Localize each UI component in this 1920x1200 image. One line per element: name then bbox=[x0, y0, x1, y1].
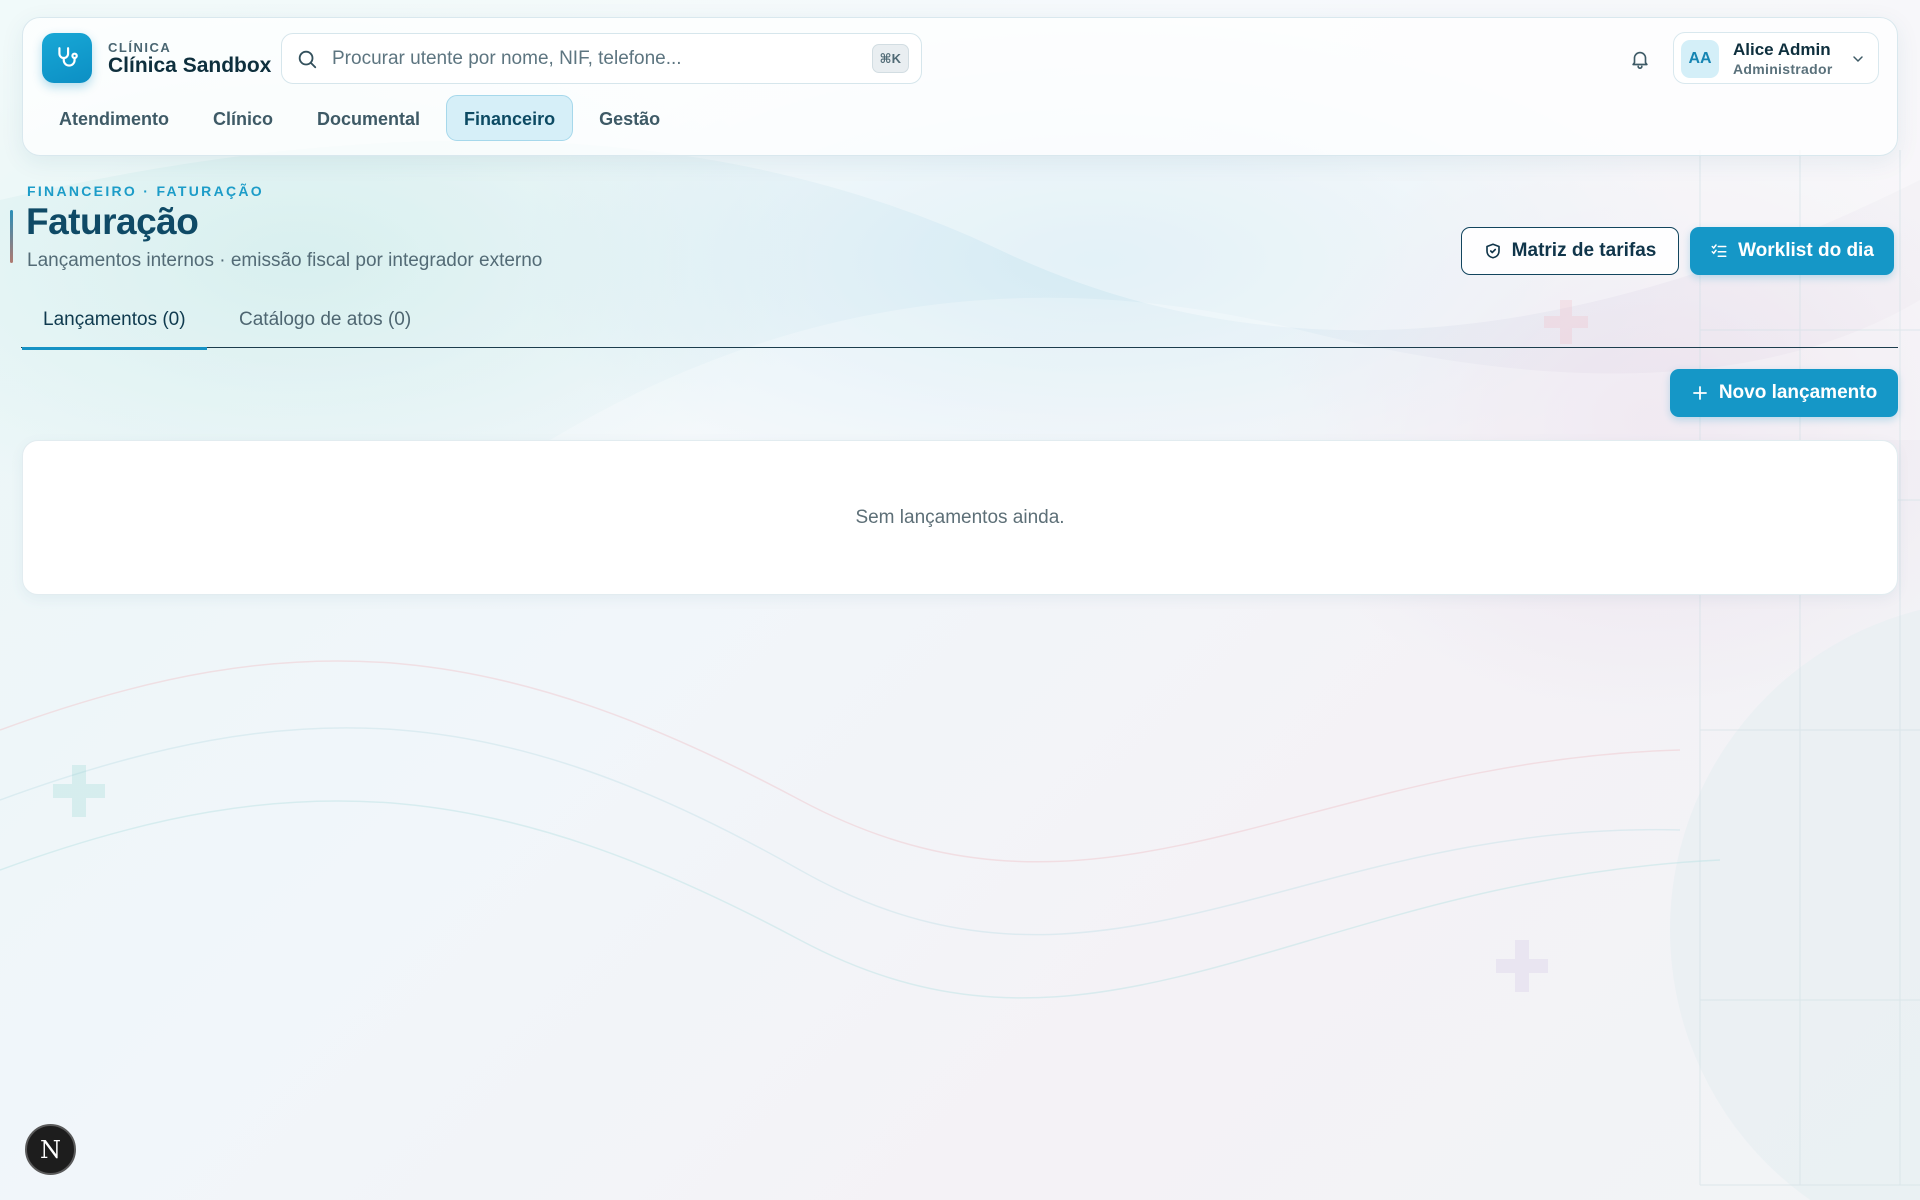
new-entry-label: Novo lançamento bbox=[1718, 382, 1878, 403]
nav-item-atendimento[interactable]: Atendimento bbox=[41, 95, 187, 141]
background-decoration bbox=[0, 0, 1920, 1200]
empty-state-message: Sem lançamentos ainda. bbox=[855, 507, 1065, 528]
nav-item-gestao[interactable]: Gestão bbox=[581, 95, 678, 141]
new-entry-button[interactable]: Novo lançamento bbox=[1670, 369, 1898, 417]
page-title: Faturação bbox=[26, 201, 199, 242]
user-role: Administrador bbox=[1733, 61, 1833, 77]
tariff-matrix-button[interactable]: Matriz de tarifas bbox=[1461, 227, 1679, 275]
page-subtitle: Lançamentos internos · emissão fiscal po… bbox=[27, 250, 543, 271]
shield-icon bbox=[1485, 243, 1500, 259]
top-header: CLÍNICA Clínica Sandbox ⌘K AA Alice Admi… bbox=[22, 17, 1898, 156]
tab-lancamentos[interactable]: Lançamentos (0) bbox=[22, 296, 207, 350]
search-icon bbox=[296, 48, 318, 75]
breadcrumb: FINANCEIRO · FATURAÇÃO bbox=[27, 183, 264, 199]
search-shortcut-hint: ⌘K bbox=[871, 44, 909, 73]
nav-item-documental[interactable]: Documental bbox=[299, 95, 438, 141]
avatar: AA bbox=[1681, 40, 1719, 78]
search-box[interactable]: ⌘K bbox=[281, 33, 922, 84]
entries-card: Sem lançamentos ainda. bbox=[22, 440, 1898, 595]
main-nav: Atendimento Clínico Documental Financeir… bbox=[41, 95, 686, 141]
worklist-button[interactable]: Worklist do dia bbox=[1690, 227, 1894, 275]
nav-item-clinico[interactable]: Clínico bbox=[195, 95, 291, 141]
tariff-matrix-label: Matriz de tarifas bbox=[1511, 240, 1657, 261]
brand-kicker: CLÍNICA bbox=[108, 40, 172, 55]
chevron-down-icon bbox=[1850, 51, 1866, 72]
notifications-bell-icon[interactable] bbox=[1626, 45, 1654, 73]
brand-name: Clínica Sandbox bbox=[108, 54, 272, 77]
user-name: Alice Admin bbox=[1733, 40, 1831, 59]
user-menu[interactable]: AA Alice Admin Administrador bbox=[1673, 32, 1879, 84]
plus-icon bbox=[1692, 386, 1707, 400]
tab-catalogo-atos[interactable]: Catálogo de atos (0) bbox=[239, 296, 411, 348]
nav-item-financeiro[interactable]: Financeiro bbox=[446, 95, 574, 141]
stethoscope-icon bbox=[58, 47, 78, 67]
worklist-label: Worklist do dia bbox=[1738, 240, 1874, 261]
tab-bar: Lançamentos (0) Catálogo de atos (0) bbox=[21, 296, 1898, 350]
title-accent-bar bbox=[10, 210, 13, 263]
checklist-icon bbox=[1711, 244, 1727, 257]
clinic-logo[interactable] bbox=[42, 33, 92, 83]
dev-tools-badge[interactable]: N bbox=[25, 1124, 76, 1175]
search-input[interactable] bbox=[332, 45, 852, 73]
